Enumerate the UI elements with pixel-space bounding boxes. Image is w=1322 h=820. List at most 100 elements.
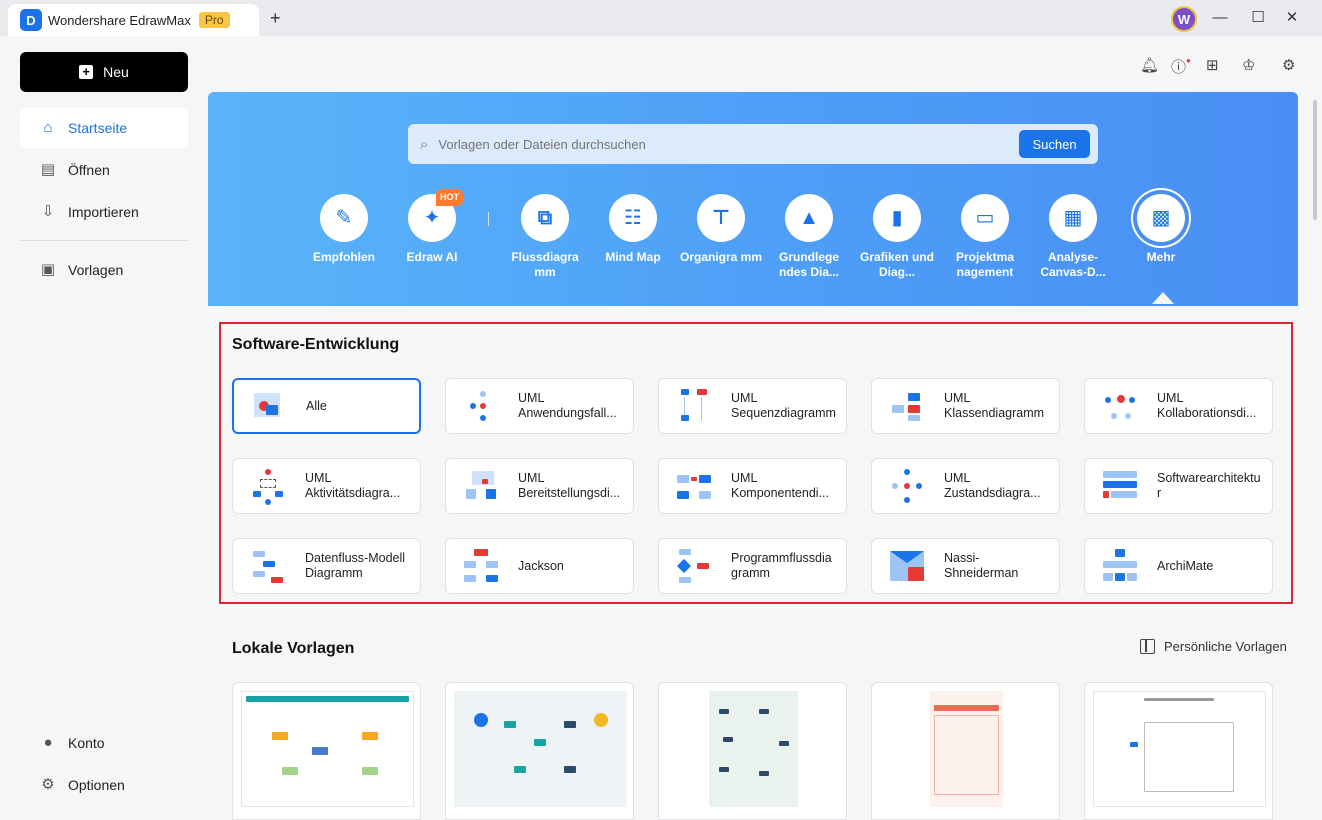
card-softwarearchitektur[interactable]: Softwarearchitektu r xyxy=(1084,458,1273,514)
hero-banner: ⌕ Suchen ✎ Empfohlen ✦ HOT Edraw AI ⧉ Fl… xyxy=(208,92,1298,306)
search-bar: ⌕ Suchen xyxy=(408,124,1098,164)
category-grafiken[interactable]: ▮ Grafiken und Diag... xyxy=(853,194,941,280)
search-button[interactable]: Suchen xyxy=(1019,130,1090,158)
maximize-icon[interactable]: ☐ xyxy=(1248,8,1268,28)
template-thumbnail[interactable] xyxy=(445,682,634,820)
section-title-local: Lokale Vorlagen xyxy=(232,640,355,657)
architecture-icon xyxy=(1101,467,1139,505)
app-tab[interactable]: D Wondershare EdrawMax Pro xyxy=(8,4,259,36)
user-icon: ● xyxy=(43,734,53,751)
template-thumbnail[interactable] xyxy=(658,682,847,820)
file-icon: ▤ xyxy=(40,161,56,178)
minimize-icon[interactable]: — xyxy=(1210,8,1230,28)
category-empfohlen[interactable]: ✎ Empfohlen xyxy=(300,194,388,265)
category-mehr[interactable]: ▩ Mehr xyxy=(1117,194,1205,265)
sidebar-item-label: Vorlagen xyxy=(68,262,124,278)
card-nassi-shneiderman[interactable]: Nassi- Shneiderman xyxy=(871,538,1060,594)
pro-badge: Pro xyxy=(198,12,230,28)
card-uml-komponenten[interactable]: UML Komponentendi... xyxy=(658,458,847,514)
search-input[interactable] xyxy=(438,136,999,152)
category-edraw-ai[interactable]: ✦ HOT Edraw AI xyxy=(388,189,476,265)
sidebar-divider xyxy=(20,240,188,241)
template-thumbnail[interactable] xyxy=(232,682,421,820)
use-case-icon xyxy=(462,387,500,425)
sidebar-item-importieren[interactable]: ⇩ Importieren xyxy=(20,192,188,232)
card-label: Nassi- xyxy=(944,551,980,565)
category-mind-map[interactable]: ☷ Mind Map xyxy=(589,194,677,265)
card-label: Alle xyxy=(306,398,327,413)
new-button[interactable]: + Neu xyxy=(20,52,188,92)
import-icon: ⇩ xyxy=(41,203,55,220)
card-uml-bereitstellung[interactable]: UML Bereitstellungsdi... xyxy=(445,458,634,514)
dataflow-icon xyxy=(249,547,287,585)
app-title: Wondershare EdrawMax xyxy=(48,12,191,28)
sidebar-item-label: Öffnen xyxy=(68,162,110,178)
card-uml-zustand[interactable]: UML Zustandsdiagra... xyxy=(871,458,1060,514)
category-label: Projektma nagement xyxy=(955,250,1015,279)
help-icon[interactable]: ⓘ● xyxy=(1171,56,1191,76)
template-thumbnail[interactable] xyxy=(1084,682,1273,820)
card-uml-klassen[interactable]: UML Klassendiagramm xyxy=(871,378,1060,434)
panel-icon xyxy=(1140,639,1155,654)
category-divider xyxy=(488,212,489,226)
card-uml-kollaboration[interactable]: UML Kollaborationsdi... xyxy=(1084,378,1273,434)
template-preview-image xyxy=(241,691,414,807)
card-uml-sequenz[interactable]: UML Sequenzdiagramm xyxy=(658,378,847,434)
card-jackson[interactable]: Jackson xyxy=(445,538,634,594)
card-uml-aktivitaet[interactable]: UML Aktivitätsdiagra... xyxy=(232,458,421,514)
sidebar-item-oeffnen[interactable]: ▤ Öffnen xyxy=(20,150,188,190)
card-label: UML xyxy=(944,391,971,405)
search-icon: ⌕ xyxy=(420,135,429,153)
card-alle[interactable]: Alle xyxy=(232,378,421,434)
card-sublabel: Shneiderman xyxy=(944,566,1019,580)
template-thumbnail[interactable] xyxy=(871,682,1060,820)
sidebar-item-label: Konto xyxy=(68,735,105,751)
class-diagram-icon xyxy=(888,387,926,425)
category-label: Mehr xyxy=(1146,250,1176,264)
category-grundlegendes-diagramm[interactable]: ▲ Grundlege ndes Dia... xyxy=(765,194,853,280)
personal-templates-label: Persönliche Vorlagen xyxy=(1164,639,1287,654)
hot-badge: HOT xyxy=(436,189,463,206)
personal-templates-link[interactable]: Persönliche Vorlagen xyxy=(1140,639,1287,654)
sidebar-item-label: Importieren xyxy=(68,204,139,220)
notification-bell-icon[interactable]: 🔔︎ xyxy=(1140,56,1159,74)
category-organigramm[interactable]: ⊤ Organigra mm xyxy=(677,194,765,265)
card-label: UML xyxy=(1157,391,1184,405)
card-label: Softwarearchitektu xyxy=(1157,471,1261,485)
new-tab-plus-icon[interactable]: + xyxy=(270,8,281,29)
card-uml-anwendungsfall[interactable]: UML Anwendungsfall... xyxy=(445,378,634,434)
flowchart-icon: ⧉ xyxy=(521,194,569,242)
sidebar-item-vorlagen[interactable]: ▣ Vorlagen xyxy=(20,250,188,290)
state-icon xyxy=(888,467,926,505)
program-flow-icon xyxy=(675,547,713,585)
sidebar-item-label: Startseite xyxy=(68,120,128,136)
title-bar: D Wondershare EdrawMax Pro + W — ☐ ✕ xyxy=(0,0,1322,36)
plus-icon: + xyxy=(79,65,94,79)
sidebar-item-startseite[interactable]: ⌂ Startseite xyxy=(20,108,188,148)
category-label: Edraw AI xyxy=(406,250,458,264)
card-archimate[interactable]: ArchiMate xyxy=(1084,538,1273,594)
sidebar-item-optionen[interactable]: ⚙ Optionen xyxy=(20,765,188,805)
close-icon[interactable]: ✕ xyxy=(1282,8,1302,28)
card-sublabel: Sequenzdiagramm xyxy=(731,406,836,420)
category-flussdiagramm[interactable]: ⧉ Flussdiagra mm xyxy=(501,194,589,280)
card-sublabel: Aktivitätsdiagra... xyxy=(305,486,401,500)
card-label: UML xyxy=(518,471,545,485)
apps-grid-icon[interactable]: ⊞ xyxy=(1206,56,1219,74)
collaboration-icon xyxy=(1101,387,1139,425)
card-label: UML xyxy=(944,471,971,485)
gear-icon: ⚙ xyxy=(41,776,55,793)
category-analyse-canvas[interactable]: ▦ Analyse- Canvas-D... xyxy=(1029,194,1117,280)
card-datenfluss[interactable]: Datenfluss-Modell Diagramm xyxy=(232,538,421,594)
activity-icon xyxy=(249,467,287,505)
category-projektmanagement[interactable]: ▭ Projektma nagement xyxy=(941,194,1029,280)
project-icon: ▭ xyxy=(961,194,1009,242)
card-programmfluss[interactable]: Programmflussdia gramm xyxy=(658,538,847,594)
user-avatar[interactable]: W xyxy=(1171,6,1197,32)
bar-chart-icon: ▮ xyxy=(873,194,921,242)
sidebar-item-konto[interactable]: ● Konto xyxy=(20,723,188,763)
recommend-icon: ✎ xyxy=(320,194,368,242)
scrollbar[interactable] xyxy=(1313,100,1317,220)
theme-shirt-icon[interactable]: ♔ xyxy=(1242,56,1255,74)
settings-icon[interactable]: ⚙ xyxy=(1282,56,1295,74)
